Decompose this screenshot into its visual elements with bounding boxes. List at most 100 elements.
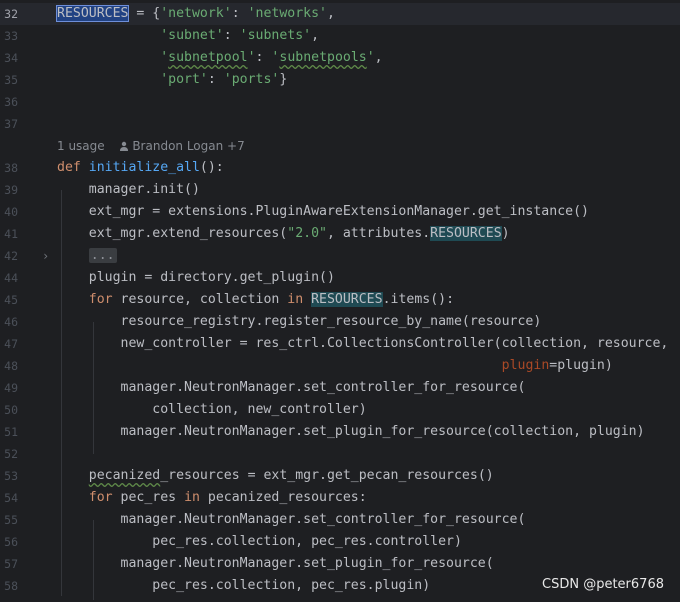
code-text[interactable]: pecanized_resources = ext_mgr.get_pecan_… [57, 465, 494, 487]
line-number[interactable]: 44 [0, 267, 18, 289]
code-line[interactable]: 32 RESOURCES = {'network': 'networks', [0, 3, 680, 25]
usage-authors[interactable]: Brandon Logan +7 [132, 139, 244, 153]
code-token: collection, new_controller) [57, 402, 367, 417]
code-line[interactable]: 51 manager.NeutronManager.set_plugin_for… [0, 421, 680, 443]
code-token: : [231, 6, 248, 21]
code-line[interactable]: 37 [0, 113, 680, 135]
code-token: ' [160, 50, 169, 65]
code-text[interactable]: manager.NeutronManager.set_plugin_for_re… [57, 553, 494, 575]
code-line[interactable]: 56 pec_res.collection, pec_res.controlle… [0, 531, 680, 553]
line-number[interactable]: 37 [0, 113, 18, 135]
code-text[interactable]: def initialize_all(): [57, 157, 224, 179]
line-number[interactable]: 40 [0, 201, 18, 223]
line-number[interactable]: 49 [0, 377, 18, 399]
line-number[interactable]: 57 [0, 553, 18, 575]
code-token: .items(): [382, 292, 455, 307]
line-number[interactable]: 53 [0, 465, 18, 487]
line-number[interactable]: 34 [0, 47, 18, 69]
indent-guide [93, 322, 94, 454]
code-line[interactable]: 48 plugin=plugin) [0, 355, 680, 377]
code-line[interactable]: 39 manager.init() [0, 179, 680, 201]
line-number[interactable]: 54 [0, 487, 18, 509]
line-number[interactable]: 46 [0, 311, 18, 333]
code-text[interactable]: manager.NeutronManager.set_controller_fo… [57, 377, 526, 399]
code-line[interactable]: 45 for resource, collection in RESOURCES… [0, 289, 680, 311]
code-token: } [279, 72, 288, 87]
code-token: : [255, 50, 272, 65]
code-token: , attributes. [326, 226, 431, 241]
code-line[interactable]: 57 manager.NeutronManager.set_plugin_for… [0, 553, 680, 575]
code-line[interactable]: 54 for pec_res in pecanized_resources: [0, 487, 680, 509]
code-text[interactable]: 'subnetpool': 'subnetpools', [57, 47, 382, 69]
line-number[interactable]: 58 [0, 575, 18, 597]
code-line[interactable]: 33 'subnet': 'subnets', [0, 25, 680, 47]
code-text[interactable]: ... [57, 245, 117, 267]
code-line[interactable]: 35 'port': 'ports'} [0, 69, 680, 91]
fold-chevron-icon[interactable]: › [42, 245, 49, 267]
code-token: = { [128, 6, 161, 21]
line-number[interactable]: 41 [0, 223, 18, 245]
code-text[interactable]: RESOURCES = {'network': 'networks', [55, 3, 335, 25]
code-line[interactable]: 38 def initialize_all(): [0, 157, 680, 179]
line-number[interactable]: 56 [0, 531, 18, 553]
code-line[interactable]: 46 resource_registry.register_resource_b… [0, 311, 680, 333]
line-number[interactable]: 36 [0, 91, 18, 113]
code-text[interactable]: new_controller = res_ctrl.CollectionsCon… [57, 333, 669, 355]
code-text[interactable]: plugin = directory.get_plugin() [57, 267, 335, 289]
line-number[interactable]: 35 [0, 69, 18, 91]
code-line[interactable]: 47 new_controller = res_ctrl.Collections… [0, 333, 680, 355]
line-number[interactable]: 45 [0, 289, 18, 311]
code-editor[interactable]: 32 RESOURCES = {'network': 'networks', 33 … [0, 0, 680, 602]
code-token: pecanized [88, 468, 161, 483]
code-text[interactable]: collection, new_controller) [57, 399, 367, 421]
code-text[interactable]: pec_res.collection, pec_res.controller) [57, 531, 462, 553]
code-line[interactable]: 50 collection, new_controller) [0, 399, 680, 421]
code-token: resource, collection [112, 292, 288, 307]
code-token: pecanized_resources: [199, 490, 367, 505]
code-text[interactable]: manager.NeutronManager.set_plugin_for_re… [57, 421, 645, 443]
code-token: manager.NeutronManager.set_controller_fo… [57, 512, 526, 527]
code-token: subnetpools [279, 50, 367, 65]
code-text[interactable]: manager.NeutronManager.set_controller_fo… [57, 509, 526, 531]
line-number[interactable]: 42 [0, 245, 18, 267]
line-number[interactable]: 47 [0, 333, 18, 355]
usage-count[interactable]: 1 usage [57, 139, 105, 153]
line-number[interactable]: 50 [0, 399, 18, 421]
code-line[interactable]: 53 pecanized_resources = ext_mgr.get_pec… [0, 465, 680, 487]
code-line[interactable]: 42 › ... [0, 245, 680, 267]
line-number[interactable]: 55 [0, 509, 18, 531]
code-text[interactable]: ext_mgr.extend_resources("2.0", attribut… [57, 223, 510, 245]
code-text[interactable]: plugin=plugin) [57, 355, 613, 377]
code-line[interactable]: 55 manager.NeutronManager.set_controller… [0, 509, 680, 531]
line-number[interactable]: 32 [0, 3, 18, 25]
code-text[interactable]: pec_res.collection, pec_res.plugin) [57, 575, 430, 597]
code-text[interactable]: 'subnet': 'subnets', [57, 25, 319, 47]
code-token: ' [247, 50, 256, 65]
code-token: plugin = directory.get_plugin() [57, 270, 335, 285]
code-line[interactable]: 36 [0, 91, 680, 113]
code-line[interactable]: 49 manager.NeutronManager.set_controller… [0, 377, 680, 399]
code-token: resource_registry.register_resource_by_n… [57, 314, 542, 329]
line-number[interactable]: 48 [0, 355, 18, 377]
code-token: for [88, 490, 113, 505]
code-token: pec_res.collection, pec_res.controller) [57, 534, 462, 549]
code-token: ) [501, 226, 510, 241]
code-text[interactable]: for resource, collection in RESOURCES.it… [57, 289, 454, 311]
code-line[interactable]: 52 [0, 443, 680, 465]
code-text[interactable]: 'port': 'ports'} [57, 69, 287, 91]
person-icon [119, 139, 133, 153]
code-line[interactable]: 40 ext_mgr = extensions.PluginAwareExten… [0, 201, 680, 223]
code-text[interactable]: for pec_res in pecanized_resources: [57, 487, 367, 509]
code-text[interactable]: manager.init() [57, 179, 200, 201]
code-line[interactable]: 44 plugin = directory.get_plugin() [0, 267, 680, 289]
code-text[interactable]: resource_registry.register_resource_by_n… [57, 311, 542, 333]
line-number[interactable]: 38 [0, 157, 18, 179]
line-number[interactable]: 33 [0, 25, 18, 47]
line-number[interactable]: 52 [0, 443, 18, 465]
code-text[interactable]: ext_mgr = extensions.PluginAwareExtensio… [57, 201, 589, 223]
inlay-usage-hint[interactable]: 1 usage Brandon Logan +7 [57, 135, 245, 157]
code-line[interactable]: 34 'subnetpool': 'subnetpools', [0, 47, 680, 69]
line-number[interactable]: 51 [0, 421, 18, 443]
line-number[interactable]: 39 [0, 179, 18, 201]
code-line[interactable]: 41 ext_mgr.extend_resources("2.0", attri… [0, 223, 680, 245]
